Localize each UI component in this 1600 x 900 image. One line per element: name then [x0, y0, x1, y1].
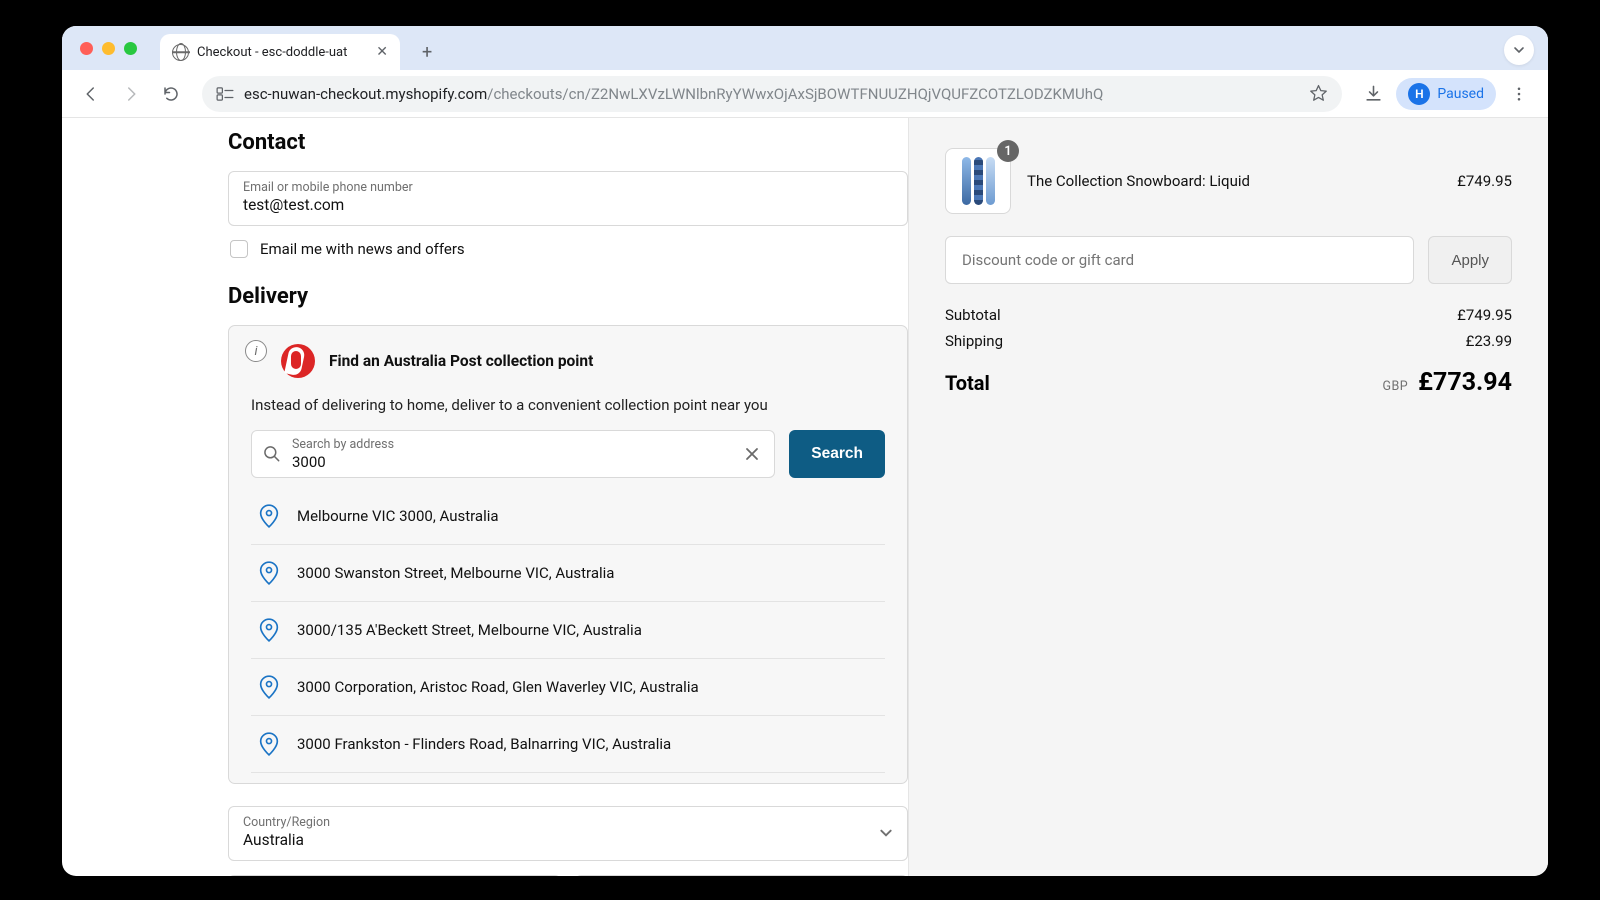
- order-summary: 1 The Collection Snowboard: Liquid £749.…: [908, 118, 1548, 876]
- panel-subtitle: Instead of delivering to home, deliver t…: [251, 396, 885, 414]
- email-field[interactable]: Email or mobile phone number: [228, 171, 908, 226]
- chevron-down-icon: [879, 826, 893, 840]
- subtotal-value: £749.95: [1457, 306, 1512, 324]
- currency-code: GBP: [1382, 379, 1408, 394]
- window-close[interactable]: [80, 42, 93, 55]
- url-text: esc-nuwan-checkout.myshopify.com/checkou…: [244, 85, 1103, 103]
- shipping-value: £23.99: [1466, 332, 1512, 350]
- bookmark-star-icon[interactable]: [1309, 84, 1328, 103]
- country-label: Country/Region: [243, 815, 330, 830]
- news-checkbox-label: Email me with news and offers: [260, 240, 465, 258]
- subtotal-label: Subtotal: [945, 306, 1001, 324]
- reload-button[interactable]: [154, 77, 188, 111]
- quantity-badge: 1: [997, 140, 1019, 162]
- product-price: £749.95: [1457, 172, 1512, 190]
- shipping-label: Shipping: [945, 332, 1003, 350]
- checkbox-icon[interactable]: [230, 240, 248, 258]
- kebab-menu-icon[interactable]: [1502, 77, 1536, 111]
- profile-pill[interactable]: H Paused: [1396, 78, 1496, 110]
- country-select[interactable]: Country/Region Australia: [228, 806, 908, 861]
- search-result[interactable]: 3000 Swanston Street, Melbourne VIC, Aus…: [251, 545, 885, 602]
- auspost-logo-icon: [281, 344, 315, 378]
- country-value: Australia: [243, 830, 330, 850]
- email-label: Email or mobile phone number: [243, 180, 893, 195]
- collection-point-panel: i Find an Australia Post collection poin…: [228, 325, 908, 784]
- cart-item: 1 The Collection Snowboard: Liquid £749.…: [945, 148, 1512, 214]
- search-button[interactable]: Search: [789, 430, 885, 478]
- clear-search-icon[interactable]: [740, 442, 764, 466]
- info-icon: i: [245, 340, 267, 362]
- pin-icon: [259, 618, 279, 642]
- last-name-field[interactable]: Last name: [575, 875, 908, 876]
- profile-status: Paused: [1437, 86, 1484, 102]
- forward-button[interactable]: [114, 77, 148, 111]
- new-tab-button[interactable]: +: [422, 42, 432, 63]
- total-value: £773.94: [1418, 368, 1512, 397]
- pin-icon: [259, 561, 279, 585]
- pin-icon: [259, 504, 279, 528]
- search-field[interactable]: Search by address: [251, 430, 775, 478]
- pin-icon: [259, 675, 279, 699]
- contact-heading: Contact: [228, 130, 908, 155]
- downloads-icon[interactable]: [1356, 77, 1390, 111]
- search-label: Search by address: [292, 437, 730, 452]
- tab-close-icon[interactable]: ✕: [376, 44, 388, 60]
- globe-icon: [172, 44, 189, 61]
- search-result[interactable]: 3000 Corporation, Aristoc Road, Glen Wav…: [251, 659, 885, 716]
- search-input[interactable]: [292, 453, 730, 471]
- browser-tab[interactable]: Checkout - esc-doddle-uat ✕: [160, 34, 400, 70]
- product-name: The Collection Snowboard: Liquid: [1027, 172, 1441, 190]
- pin-icon: [259, 732, 279, 756]
- discount-input[interactable]: [945, 236, 1414, 284]
- tabs-dropdown-icon[interactable]: [1504, 35, 1534, 65]
- search-result[interactable]: 3000 Frankston - Flinders Road, Balnarri…: [251, 716, 885, 773]
- delivery-heading: Delivery: [228, 284, 908, 309]
- back-button[interactable]: [74, 77, 108, 111]
- site-info-icon[interactable]: [216, 87, 234, 101]
- total-label: Total: [945, 371, 990, 395]
- search-results: Melbourne VIC 3000, Australia 3000 Swans…: [251, 488, 885, 773]
- tab-title: Checkout - esc-doddle-uat: [197, 45, 347, 60]
- window-titlebar: Checkout - esc-doddle-uat ✕ +: [62, 26, 1548, 70]
- browser-toolbar: esc-nuwan-checkout.myshopify.com/checkou…: [62, 70, 1548, 118]
- search-result[interactable]: 3000/135 A'Beckett Street, Melbourne VIC…: [251, 602, 885, 659]
- search-result[interactable]: Melbourne VIC 3000, Australia: [251, 488, 885, 545]
- profile-avatar: H: [1408, 83, 1430, 105]
- apply-discount-button[interactable]: Apply: [1428, 236, 1512, 284]
- email-input[interactable]: [243, 195, 893, 215]
- news-checkbox-row[interactable]: Email me with news and offers: [230, 240, 906, 258]
- window-maximize[interactable]: [124, 42, 137, 55]
- panel-title: Find an Australia Post collection point: [329, 352, 593, 370]
- first-name-field[interactable]: First name (optional): [228, 875, 561, 876]
- window-minimize[interactable]: [102, 42, 115, 55]
- address-bar[interactable]: esc-nuwan-checkout.myshopify.com/checkou…: [202, 76, 1342, 112]
- search-icon: [262, 444, 282, 464]
